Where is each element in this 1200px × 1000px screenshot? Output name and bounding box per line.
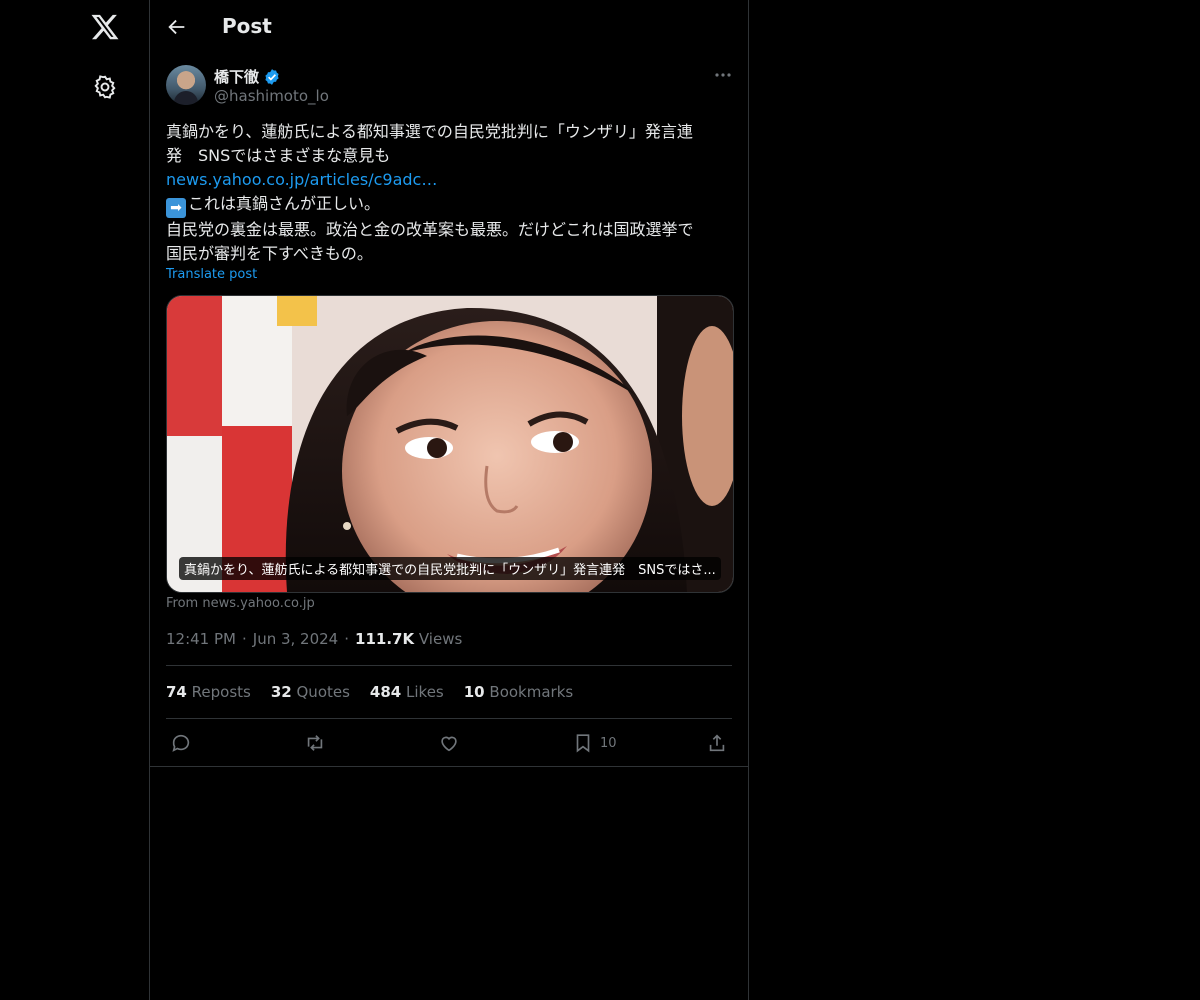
post-line-text: これは真鍋さんが正しい。	[188, 194, 381, 213]
post-time[interactable]: 12:41 PM	[166, 630, 236, 648]
divider	[166, 665, 732, 666]
reposts-count: 74	[166, 683, 187, 701]
bookmarks-count: 10	[463, 683, 485, 701]
reply-button[interactable]	[170, 730, 192, 756]
meta-separator: ·	[344, 630, 350, 648]
share-icon	[709, 734, 725, 752]
views[interactable]: 111.7K Views	[355, 630, 462, 648]
repost-icon	[307, 735, 323, 751]
link-card[interactable]: 真鍋かをり、蓮舫氏による都知事選での自民党批判に「ウンザリ」発言連発 SNSでは…	[166, 295, 734, 593]
link-card-caption[interactable]: 真鍋かをり、蓮舫氏による都知事選での自民党批判に「ウンザリ」発言連発 SNSでは…	[179, 557, 721, 580]
verified-badge-icon	[265, 68, 279, 85]
post-header: Post	[150, 0, 748, 53]
x-logo-icon[interactable]	[90, 12, 120, 42]
share-button[interactable]	[706, 730, 728, 756]
post-date[interactable]: Jun 3, 2024	[253, 630, 338, 648]
reposts-label: Reposts	[191, 683, 251, 701]
translate-post-link[interactable]: Translate post	[166, 267, 257, 282]
right-arrow-emoji-icon: ➡	[166, 198, 186, 218]
post-line: 発 SNSではさまざまな意見も	[166, 146, 391, 165]
post-link[interactable]: news.yahoo.co.jp/articles/c9adc…	[166, 168, 736, 192]
post-column: Post 橋下徹 @hashimoto_lo 真鍋かをり、蓮舫氏による都知事選で…	[149, 0, 749, 1000]
bookmark-button[interactable]: 10	[572, 730, 617, 756]
quotes-count: 32	[270, 683, 292, 701]
like-button[interactable]	[438, 730, 460, 756]
link-card-image[interactable]	[167, 296, 733, 592]
avatar[interactable]	[166, 65, 206, 105]
more-icon[interactable]	[712, 66, 734, 84]
post-line: 真鍋かをり、蓮舫氏による都知事選での自民党批判に「ウンザリ」発言連	[166, 122, 693, 141]
divider	[166, 718, 732, 719]
divider	[150, 766, 748, 767]
post-line: ➡ これは真鍋さんが正しい。	[166, 192, 736, 218]
bookmark-icon	[576, 734, 590, 753]
bookmarks-stat[interactable]: 10 Bookmarks	[464, 683, 573, 701]
reposts-stat[interactable]: 74 Reposts	[166, 683, 251, 701]
author-name-row[interactable]: 橋下徹	[214, 66, 281, 87]
settings-gear-icon[interactable]	[92, 74, 118, 100]
likes-stat[interactable]: 484 Likes	[370, 683, 444, 701]
bookmark-count: 10	[600, 735, 617, 751]
post-line: 国民が審判を下すべきもの。	[166, 244, 373, 263]
views-count: 111.7K	[355, 630, 415, 648]
author-name[interactable]: 橋下徹	[214, 66, 259, 87]
post-text: 真鍋かをり、蓮舫氏による都知事選での自民党批判に「ウンザリ」発言連 発 SNSで…	[166, 120, 736, 266]
post-line: 自民党の裏金は最悪。政治と金の改革案も最悪。だけどこれは国政選挙で	[166, 220, 694, 239]
author-handle[interactable]: @hashimoto_lo	[214, 87, 329, 105]
link-card-source[interactable]: From news.yahoo.co.jp	[166, 596, 315, 611]
repost-button[interactable]	[304, 730, 326, 756]
views-label: Views	[418, 630, 463, 648]
post-meta: 12:41 PM · Jun 3, 2024 · 111.7K Views	[166, 630, 462, 648]
like-icon	[441, 736, 457, 752]
quotes-stat[interactable]: 32 Quotes	[271, 683, 350, 701]
likes-label: Likes	[406, 683, 444, 701]
page-title: Post	[222, 14, 272, 38]
likes-count: 484	[369, 683, 402, 701]
meta-separator: ·	[241, 630, 247, 648]
left-nav	[0, 0, 149, 1000]
post-stats: 74 Reposts 32 Quotes 484 Likes 10 Bookma…	[166, 683, 573, 701]
back-arrow-icon[interactable]	[166, 16, 188, 38]
post-actions: 10	[166, 730, 732, 756]
quotes-label: Quotes	[296, 683, 350, 701]
bookmarks-label: Bookmarks	[489, 683, 574, 701]
reply-icon	[172, 734, 190, 752]
